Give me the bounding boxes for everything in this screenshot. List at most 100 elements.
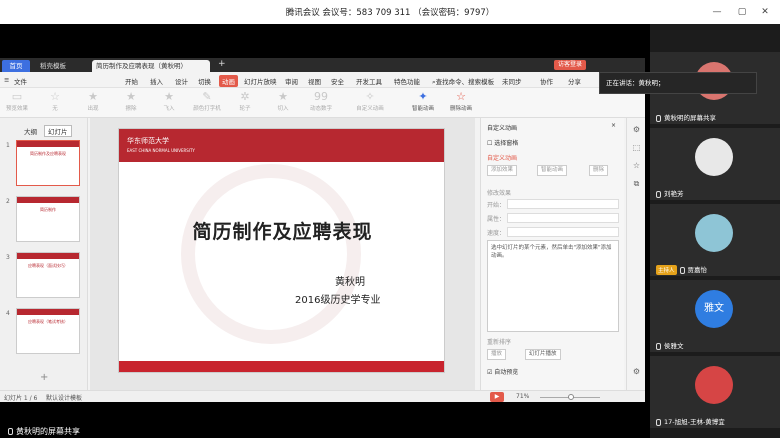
anim-appear[interactable]: ★ 出现 — [78, 90, 108, 112]
slide-thumbnail-3[interactable]: 应聘表现（面试技巧） — [16, 252, 80, 298]
zoom-level[interactable]: 71% — [516, 393, 529, 400]
settings-icon[interactable]: ⚙ — [631, 124, 642, 135]
slide-thumbnail-4[interactable]: 应聘表现（笔试考核） — [16, 308, 80, 354]
menu-features[interactable]: 特色功能 — [394, 76, 420, 86]
right-sidebar: ⚙ ⬚ ☆ ⧉ ⚙ — [626, 118, 645, 402]
slideshow-button[interactable]: 幻灯片播放 — [525, 349, 561, 360]
anim-fly-in[interactable]: ★ 飞入 — [154, 90, 184, 112]
thumb-number: 1 — [6, 142, 10, 149]
tools-icon[interactable]: ⚙ — [631, 366, 642, 377]
meeting-title-bar: 腾讯会议 会议号：583 709 311 （会议密码：9797） — ▢ ✕ — [0, 0, 780, 24]
tab-file[interactable]: 简历制作及应聘表现（黄秋明） — [92, 60, 210, 72]
shared-screen: 首页 稻壳模板 简历制作及应聘表现（黄秋明） + 访客登录 ≡ 文件 开始 插入… — [0, 58, 645, 402]
slide-thumbnail-2[interactable]: 简历制作 — [16, 196, 80, 242]
star-icon: ☆ — [50, 90, 60, 103]
sync-status[interactable]: 未同步 — [502, 76, 522, 86]
new-tab-plus-icon[interactable]: + — [214, 58, 230, 70]
star-icon: ★ — [278, 90, 288, 103]
menu-slideshow[interactable]: 幻灯片放映 — [244, 76, 277, 86]
slide-thumbnail-1[interactable]: 简历制作及应聘表现 — [16, 140, 80, 186]
copy-icon[interactable]: ⧉ — [631, 178, 642, 189]
animation-ribbon: ▭ 预览效果 ☆ 无 ★ 出现 ★ 擦除 ★ 飞入 ✎ 颜色打字机 ✲ 轮子 ★ 切入 99 动态… — [0, 88, 645, 118]
custom-animation-section: 自定义动画 — [487, 155, 518, 162]
autopreview-checkbox[interactable]: ☑ 自动预览 — [487, 367, 518, 376]
anim-typewriter[interactable]: ✎ 颜色打字机 — [192, 90, 222, 112]
menu-insert[interactable]: 插入 — [150, 76, 163, 86]
tab-template[interactable]: 稻壳模板 — [36, 60, 70, 72]
custom-anim-icon: ✧ — [365, 90, 375, 103]
participant-tile[interactable]: 刘艳芳 — [650, 128, 780, 200]
start-select[interactable] — [507, 199, 619, 209]
menu-review[interactable]: 审阅 — [285, 76, 298, 86]
watermark-seal — [181, 164, 361, 344]
smart-anim-icon: ✦ — [418, 90, 428, 103]
star-icon[interactable]: ☆ — [631, 160, 642, 171]
panel-close-icon[interactable]: × — [611, 122, 616, 129]
smart-animation-button[interactable]: ✦ 智能动画 — [406, 90, 440, 112]
university-logo: 华东师范大学 EAST CHINA NORMAL UNIVERSITY — [127, 136, 195, 154]
thumb-number: 2 — [6, 198, 10, 205]
play-button[interactable]: 播放 — [487, 349, 507, 360]
search-command[interactable]: ⌕查找命令、搜索模板 — [432, 76, 494, 87]
hamburger-icon[interactable]: ≡ — [4, 76, 9, 84]
menu-design[interactable]: 设计 — [175, 76, 188, 86]
menu-file[interactable]: 文件 — [14, 76, 27, 86]
university-name: 华东师范大学 — [127, 137, 169, 145]
preview-effect-button[interactable]: ▭ 预览效果 — [2, 90, 32, 112]
delete-button[interactable]: 删除 — [589, 165, 609, 176]
menu-view[interactable]: 视图 — [308, 76, 321, 86]
participant-name: 主持人 贾嘉怡 — [656, 265, 708, 275]
menu-start[interactable]: 开始 — [125, 76, 138, 86]
custom-animation-button[interactable]: ✧ 自定义动画 — [350, 90, 390, 112]
anim-none[interactable]: ☆ 无 — [40, 90, 70, 112]
share-button[interactable]: 分享 — [568, 76, 581, 86]
select-icon[interactable]: ⬚ — [631, 142, 642, 153]
mic-icon — [8, 428, 13, 435]
select-pane-link[interactable]: ☐ 选择窗格 — [487, 138, 518, 147]
menu-devtools[interactable]: 开发工具 — [356, 76, 382, 86]
thumb-header — [17, 309, 79, 315]
delete-anim-icon: ☆ — [456, 90, 466, 103]
delete-animation-button[interactable]: ☆ 删除动画 — [444, 90, 478, 112]
thumb-title: 简历制作及应聘表现 — [30, 151, 66, 156]
speed-label: 速度： — [487, 230, 506, 237]
speaking-indicator: 正在讲话：黄秋明； — [599, 72, 757, 94]
menu-animation[interactable]: 动画 — [219, 75, 238, 87]
zoom-slider-knob[interactable] — [568, 394, 574, 400]
minimize-button[interactable]: — — [710, 5, 724, 19]
avatar — [695, 214, 733, 252]
modify-effect-label: 修改效果 — [487, 190, 512, 197]
slideshow-play-button[interactable]: ▶ — [490, 392, 504, 402]
avatar — [695, 138, 733, 176]
property-select[interactable] — [507, 213, 619, 223]
thumb-header — [17, 253, 79, 259]
number-icon: 99 — [314, 90, 328, 103]
speed-select[interactable] — [507, 227, 619, 237]
anim-wipe[interactable]: ★ 擦除 — [116, 90, 146, 112]
menu-security[interactable]: 安全 — [331, 76, 344, 86]
login-button[interactable]: 访客登录 — [554, 60, 587, 70]
anim-cut-in[interactable]: ★ 切入 — [268, 90, 298, 112]
preview-icon: ▭ — [11, 90, 23, 103]
anim-wheel[interactable]: ✲ 轮子 — [230, 90, 260, 112]
menu-transition[interactable]: 切换 — [198, 76, 211, 86]
custom-animation-panel: 自定义动画 × ☐ 选择窗格 自定义动画 添加效果 智能动画 删除 修改效果 开… — [480, 118, 624, 390]
participant-tile[interactable]: 17-旭旭-王林-黄博宜 — [650, 356, 780, 428]
university-name-en: EAST CHINA NORMAL UNIVERSITY — [127, 148, 195, 153]
slides-tab[interactable]: 幻灯片 — [44, 125, 72, 137]
maximize-button[interactable]: ▢ — [735, 5, 749, 19]
current-slide[interactable]: 华东师范大学 EAST CHINA NORMAL UNIVERSITY 简历制作… — [118, 128, 445, 373]
outline-tab[interactable]: 大纲 — [24, 126, 37, 136]
anim-dynamic-number[interactable]: 99 动态数字 — [306, 90, 336, 112]
add-slide-icon[interactable]: + — [40, 372, 48, 383]
participant-tile[interactable]: 雅文 侯雅文 — [650, 280, 780, 352]
participant-tile[interactable]: 主持人 贾嘉怡 — [650, 204, 780, 276]
collab-button[interactable]: 协作 — [540, 76, 553, 86]
close-button[interactable]: ✕ — [758, 5, 772, 19]
add-effect-button[interactable]: 添加效果 — [487, 165, 518, 176]
mic-icon — [656, 114, 661, 122]
tab-home[interactable]: 首页 — [2, 60, 30, 72]
animation-list[interactable]: 选中幻灯片的某个元素，然后单击"添加效果"添加动画。 — [487, 240, 619, 332]
smart-animation-panel-button[interactable]: 智能动画 — [537, 165, 568, 176]
slide-subtitle: 2016级历史学专业 — [295, 295, 381, 306]
